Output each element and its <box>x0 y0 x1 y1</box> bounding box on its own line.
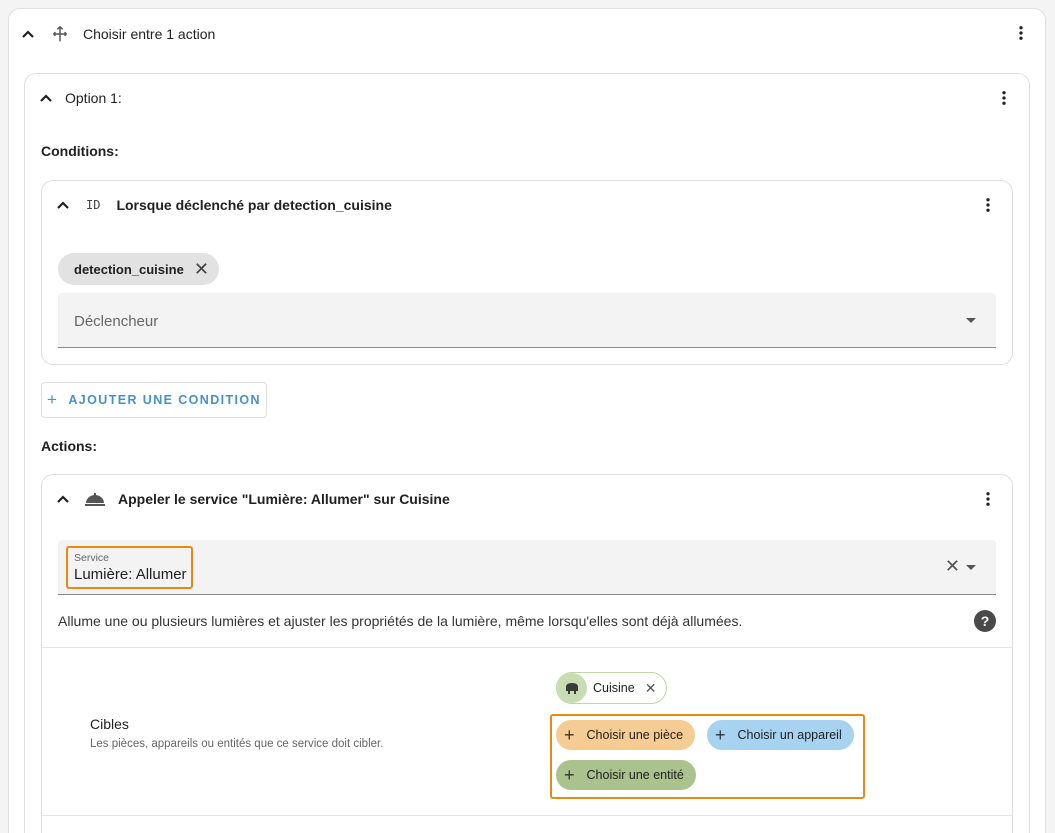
clear-icon[interactable]: ✕ <box>945 556 960 577</box>
option-title: Option 1: <box>65 90 122 106</box>
choose-device-label: Choisir un appareil <box>737 728 842 742</box>
choose-action-card: Choisir entre 1 action Option 1: Conditi… <box>8 8 1046 833</box>
chevron-down-icon[interactable] <box>966 565 976 570</box>
service-highlight <box>66 546 193 589</box>
condition-header[interactable]: ID Lorsque déclenché par detection_cuisi… <box>56 197 392 213</box>
choose-entity-button[interactable]: + Choisir une entité <box>556 760 696 790</box>
more-vertical-icon[interactable] <box>1009 21 1033 45</box>
trigger-chip: detection_cuisine ✕ <box>58 253 219 285</box>
plus-icon: + <box>47 390 59 409</box>
divider <box>42 647 1012 648</box>
chevron-up-icon[interactable] <box>56 492 70 506</box>
arrows-split-icon <box>53 26 67 42</box>
action-card: Appeler le service "Lumière: Allumer" su… <box>41 474 1013 833</box>
divider <box>42 815 1012 816</box>
help-icon[interactable]: ? <box>974 610 996 632</box>
service-description: Allume une ou plusieurs lumières et ajus… <box>58 613 743 629</box>
choose-device-button[interactable]: + Choisir un appareil <box>707 720 854 750</box>
id-badge-icon: ID <box>86 198 101 212</box>
plus-icon: + <box>564 725 575 745</box>
targets-title: Cibles <box>90 716 129 732</box>
sofa-icon <box>557 673 587 703</box>
chevron-up-icon[interactable] <box>39 91 53 105</box>
choose-action-title: Choisir entre 1 action <box>83 26 216 42</box>
targets-subtitle: Les pièces, appareils ou entités que ce … <box>90 738 384 750</box>
chevron-down-icon[interactable] <box>966 318 976 323</box>
more-vertical-icon[interactable] <box>976 193 1000 217</box>
room-service-icon <box>85 493 105 506</box>
close-icon[interactable]: ✕ <box>645 680 657 697</box>
trigger-select[interactable]: Déclencheur <box>58 293 996 348</box>
service-select[interactable]: Service Lumière: Allumer ✕ <box>58 540 996 595</box>
target-area-label: Cuisine <box>593 681 635 695</box>
condition-title: Lorsque déclenché par detection_cuisine <box>116 197 392 213</box>
target-area-chip: Cuisine ✕ <box>556 672 668 704</box>
plus-icon: + <box>564 765 575 785</box>
choose-entity-label: Choisir une entité <box>586 768 684 782</box>
chevron-up-icon[interactable] <box>21 27 35 41</box>
more-vertical-icon[interactable] <box>992 86 1016 110</box>
add-condition-button[interactable]: + AJOUTER UNE CONDITION <box>41 382 267 418</box>
actions-label: Actions: <box>41 438 97 454</box>
plus-icon: + <box>715 725 726 745</box>
trigger-chip-label: detection_cuisine <box>74 261 184 277</box>
conditions-label: Conditions: <box>41 143 119 159</box>
choose-area-label: Choisir une pièce <box>586 728 684 742</box>
choose-action-header[interactable]: Choisir entre 1 action <box>21 23 215 45</box>
condition-card: ID Lorsque déclenché par detection_cuisi… <box>41 180 1013 365</box>
close-icon[interactable]: ✕ <box>194 260 209 278</box>
option-header[interactable]: Option 1: <box>39 90 122 106</box>
add-condition-label: AJOUTER UNE CONDITION <box>68 393 261 407</box>
action-header[interactable]: Appeler le service "Lumière: Allumer" su… <box>56 491 450 507</box>
action-title: Appeler le service "Lumière: Allumer" su… <box>118 491 450 507</box>
option-card: Option 1: Conditions: ID Lorsque déclenc… <box>24 73 1030 833</box>
more-vertical-icon[interactable] <box>976 487 1000 511</box>
chevron-up-icon[interactable] <box>56 198 70 212</box>
choose-area-button[interactable]: + Choisir une pièce <box>556 720 696 750</box>
trigger-select-placeholder: Déclencheur <box>74 313 159 330</box>
